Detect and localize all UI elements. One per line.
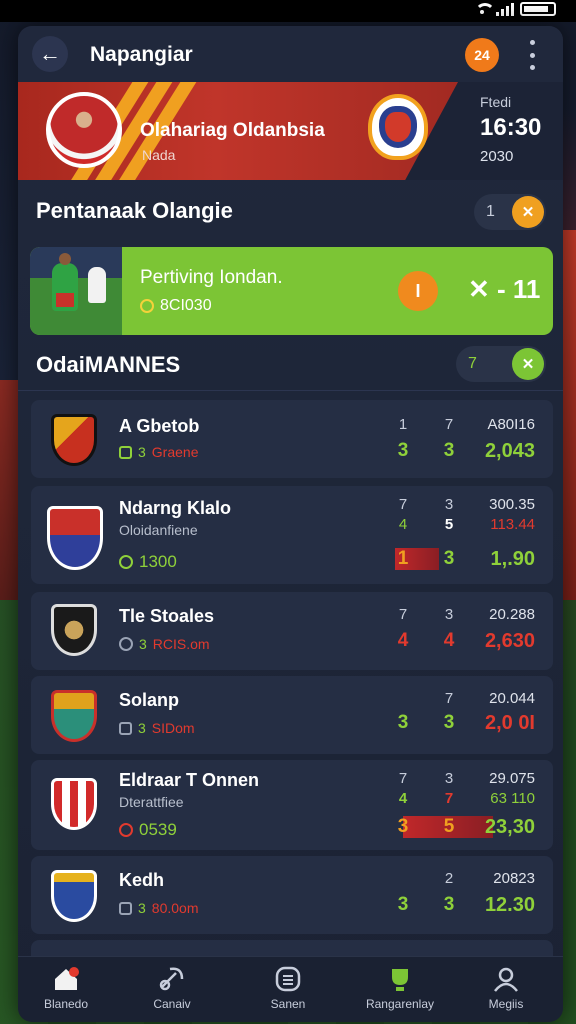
- team-subtitle: Dterattfiee: [119, 794, 184, 810]
- team-crest-icon: [47, 506, 103, 570]
- team-crest-icon: [51, 690, 97, 742]
- featured-score: ✕ - 11: [468, 274, 541, 304]
- nav-ranking[interactable]: Rangarenlay: [350, 965, 450, 1011]
- nav-home[interactable]: Blanedo: [18, 965, 116, 1011]
- team-meta: 3 SIDom: [119, 720, 195, 736]
- home-icon: [52, 965, 80, 993]
- featured-match-card[interactable]: Pertiving Iondan. 8CI030 I ✕ - 11: [30, 247, 553, 335]
- team-photo: [46, 92, 122, 168]
- team-crest-icon: [51, 870, 97, 922]
- match-row[interactable]: Ndarng Klalo Oloidanfiene 1300 7 3 4 5 1…: [31, 486, 553, 584]
- matches-section-title: OdaiMANNES: [36, 352, 181, 377]
- featured-section-toggle[interactable]: 1 ✕: [474, 194, 546, 230]
- wifi-icon: [474, 2, 495, 16]
- box-icon: [119, 901, 132, 915]
- team-name: Kedh: [119, 870, 164, 890]
- stadium-lights-left: [0, 380, 20, 600]
- trophy-icon: [386, 965, 414, 993]
- match-row[interactable]: Eldraar T Onnen Dterattfiee 0539 7 3 4 7…: [31, 760, 553, 850]
- match-row[interactable]: Tle Stoales 3 RCIS.om 7 3 4 4 20.288 2,6…: [31, 592, 553, 670]
- box-icon: [119, 721, 132, 735]
- match-row[interactable]: Kedh 3 80.0om 2 3 3 20823 12.30: [31, 856, 553, 934]
- nav-profile[interactable]: Megiis: [456, 965, 556, 1011]
- banner-title: Olahariag Oldanbsia: [140, 120, 325, 141]
- top-bar: ← Napangiar 24: [18, 26, 563, 82]
- club-crest-icon: [368, 94, 428, 160]
- match-row[interactable]: A Gbetob 3 Graene 1 7 3 3 A80I16 2,043: [31, 400, 553, 478]
- team-name: A Gbetob: [119, 416, 200, 436]
- list-icon: [274, 965, 302, 993]
- match-label: Ftedi: [480, 94, 512, 110]
- team-name: Tle Stoales: [119, 606, 215, 626]
- battery-icon: [520, 2, 556, 16]
- coin-icon: [119, 555, 133, 569]
- featured-section-title: Pentanaak Olangie: [36, 198, 233, 223]
- more-menu-icon[interactable]: [524, 40, 540, 70]
- match-date: 2030: [480, 148, 514, 165]
- team-crest-icon: [51, 604, 97, 656]
- team-meta: 3 Graene: [119, 444, 199, 460]
- bottom-navigation: Blanedo Canaiv Sanen Rangarenlay Megiis: [18, 956, 563, 1022]
- team-subtitle: Oloidanfiene: [119, 522, 198, 538]
- page-title: Napangiar: [90, 43, 193, 66]
- whistle-icon: [158, 965, 186, 993]
- notification-badge-button[interactable]: 24: [465, 38, 499, 72]
- team-crest-icon: [51, 778, 97, 830]
- match-row[interactable]: Solanp 3 SIDom 7 3 3 20.044 2,0 0I: [31, 676, 553, 754]
- match-banner[interactable]: Olahariag Oldanbsia Nada Ftedi 16:30 203…: [18, 82, 563, 180]
- team-crest-icon: [51, 414, 97, 466]
- app-panel: ← Napangiar 24 Olahariag Oldanbsia Nada …: [18, 26, 563, 1022]
- team-meta: 0539: [119, 820, 177, 840]
- team-meta: 1300: [119, 552, 177, 572]
- team-name: Solanp: [119, 690, 180, 710]
- nav-list[interactable]: Sanen: [238, 965, 338, 1011]
- profile-icon: [492, 965, 520, 993]
- coin-icon: [140, 299, 154, 313]
- matches-section-toggle[interactable]: 7 ✕: [456, 346, 546, 382]
- nav-whistle[interactable]: Canaiv: [122, 965, 222, 1011]
- featured-info-button[interactable]: I: [398, 271, 438, 311]
- team-name: Ndarng Klalo: [119, 498, 232, 518]
- banner-subtitle: Nada: [142, 147, 176, 163]
- close-x-icon: ✕: [512, 348, 544, 380]
- team-name: Eldraar T Onnen: [119, 770, 260, 790]
- featured-title: Pertiving Iondan.: [140, 267, 283, 288]
- team-meta: 3 80.0om: [119, 900, 199, 916]
- coin-icon: [119, 637, 133, 651]
- back-button[interactable]: ←: [32, 36, 68, 72]
- arrow-left-icon: ←: [39, 41, 61, 66]
- featured-player-image: [30, 247, 122, 335]
- close-x-icon: ✕: [512, 196, 544, 228]
- team-meta: 3 RCIS.om: [119, 636, 210, 652]
- coin-icon: [119, 823, 133, 837]
- match-time: 16:30: [480, 114, 542, 141]
- status-bar: [0, 0, 576, 22]
- signal-icon: [496, 2, 514, 16]
- featured-subtitle: 8CI030: [140, 297, 212, 315]
- box-icon: [119, 445, 132, 459]
